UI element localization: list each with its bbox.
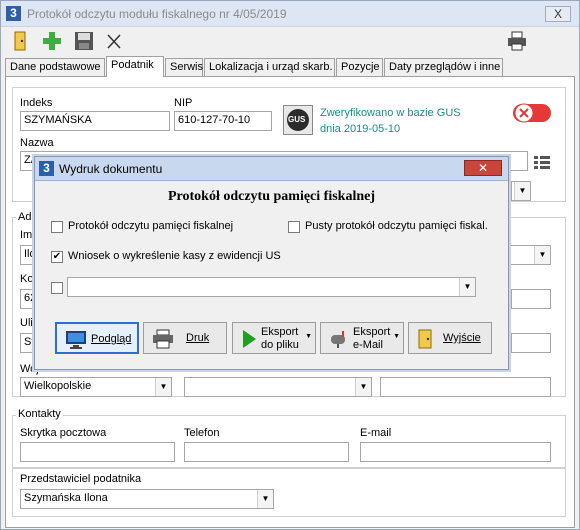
ulica-label: Uli	[20, 317, 33, 329]
export-mail-label-1: Eksport	[353, 326, 391, 338]
email-label: E-mail	[360, 427, 392, 439]
list-lookup-icon[interactable]	[533, 154, 551, 170]
address-extra-field[interactable]	[511, 289, 551, 309]
add-plus-icon[interactable]	[41, 30, 63, 52]
dialog-title: Wydruk dokumentu	[59, 162, 163, 176]
verified-line-1: Zweryfikowano w bazie GUS	[320, 107, 461, 119]
dzielnica-field[interactable]	[380, 377, 551, 397]
app-logo: 3	[6, 6, 21, 21]
export-mail-dropdown-icon: ▼	[393, 333, 400, 340]
verified-line-2: dnia 2019-05-10	[320, 123, 401, 135]
indeks-label: Indeks	[20, 97, 53, 109]
telefon-label: Telefon	[184, 427, 220, 439]
printer-button-icon	[153, 329, 173, 349]
dialog-heading: Protokół odczytu pamięci fiskalnej	[167, 189, 375, 204]
przedstawiciel-value: Szymańska Ilona	[24, 492, 108, 504]
play-arrow-icon	[243, 330, 256, 348]
opt2-label: Pusty protokół odczytu pamięci fiskal.	[305, 220, 488, 232]
tab-daty-przegladow[interactable]: Daty przeglądów i inne	[384, 58, 503, 76]
nip-label: NIP	[174, 97, 193, 109]
export-file-dropdown-icon: ▼	[305, 333, 312, 340]
exit-door-icon	[418, 329, 432, 349]
opt2-checkbox[interactable]	[288, 221, 300, 233]
door-exit-icon[interactable]	[9, 30, 31, 52]
opt1-checkbox[interactable]	[51, 221, 63, 233]
nazwa-combo-arrow[interactable]: ▼	[511, 181, 531, 201]
dialog-logo: 3	[39, 161, 54, 176]
print-dialog: 3 Wydruk dokumentu ✕ Protokół odczytu pa…	[34, 156, 509, 370]
gus-verified-status: Zweryfikowano w bazie GUS dnia 2019-05-1…	[320, 105, 461, 137]
mailbox-icon	[331, 331, 345, 348]
export-file-button[interactable]: Eksport do pliku ▼	[232, 322, 316, 354]
opt1-label: Protokół odczytu pamięci fiskalnej	[68, 220, 234, 232]
email-field[interactable]	[360, 442, 551, 462]
indeks-field[interactable]: SZYMAŃSKA	[20, 111, 170, 131]
wojewodztwo-value: Wielkopolskie	[24, 380, 92, 392]
dialog-close-button[interactable]: ✕	[464, 160, 502, 176]
opt4-checkbox[interactable]	[51, 282, 63, 294]
opt3-label: Wniosek o wykreślenie kasy z ewidencji U…	[68, 250, 281, 262]
tab-lokalizacja[interactable]: Lokalizacja i urząd skarb.	[204, 58, 335, 76]
telefon-field[interactable]	[184, 442, 349, 462]
contacts-group-title: Kontakty	[16, 408, 63, 420]
kod-label: Ko	[20, 273, 34, 285]
window-close-button[interactable]: X	[545, 6, 571, 22]
preview-button-label: Podgląd	[91, 333, 132, 345]
gus-verify-button[interactable]: GUS	[283, 105, 313, 135]
nazwa-label: Nazwa	[20, 137, 54, 149]
ulica-extra-field[interactable]	[511, 333, 551, 353]
inactive-toggle-icon[interactable]	[512, 101, 552, 125]
exit-button-label: Wyjście	[443, 332, 481, 344]
address-combo[interactable]: ▼	[509, 245, 551, 265]
export-mail-button[interactable]: Eksport e-Mail ▼	[320, 322, 404, 354]
title-bar: 3 Protokół odczytu modułu fiskalnego nr …	[1, 1, 579, 27]
imie-label: Imi	[20, 229, 35, 241]
monitor-icon	[66, 331, 86, 349]
tab-dane-podstawowe[interactable]: Dane podstawowe	[5, 58, 105, 76]
exit-button[interactable]: Wyjście	[408, 322, 492, 354]
opt3-checkbox[interactable]: ✔	[51, 251, 63, 263]
przedstawiciel-select[interactable]: Szymańska Ilona ▼	[20, 489, 274, 509]
export-file-label-1: Eksport	[261, 326, 299, 338]
print-button-label: Druk	[186, 332, 210, 344]
export-mail-label-2: e-Mail	[353, 339, 383, 351]
save-disk-icon[interactable]	[73, 30, 95, 52]
gmina-select[interactable]: ▼	[184, 377, 372, 397]
gus-icon-label: GUS	[288, 115, 306, 124]
nip-field[interactable]: 610-127-70-10	[174, 111, 272, 131]
dialog-title-bar: 3 Wydruk dokumentu ✕	[35, 157, 508, 181]
preview-button[interactable]: Podgląd	[55, 322, 139, 354]
tab-pozycje[interactable]: Pozycje	[336, 58, 383, 76]
skrytka-field[interactable]	[20, 442, 175, 462]
tab-podatnik[interactable]: Podatnik	[106, 56, 164, 77]
toolbar	[1, 27, 579, 57]
export-file-label-2: do pliku	[261, 339, 299, 351]
printer-icon[interactable]	[506, 30, 528, 52]
print-button[interactable]: Druk	[143, 322, 227, 354]
skrytka-label: Skrytka pocztowa	[20, 427, 107, 439]
tab-serwis[interactable]: Serwis	[165, 58, 203, 76]
cut-scissors-icon[interactable]	[103, 30, 125, 52]
przedstawiciel-label: Przedstawiciel podatnika	[20, 473, 142, 485]
window-title: Protokół odczytu modułu fiskalnego nr 4/…	[27, 7, 287, 21]
document-select[interactable]: ▼	[67, 277, 476, 297]
wojewodztwo-select[interactable]: Wielkopolskie ▼	[20, 377, 172, 397]
